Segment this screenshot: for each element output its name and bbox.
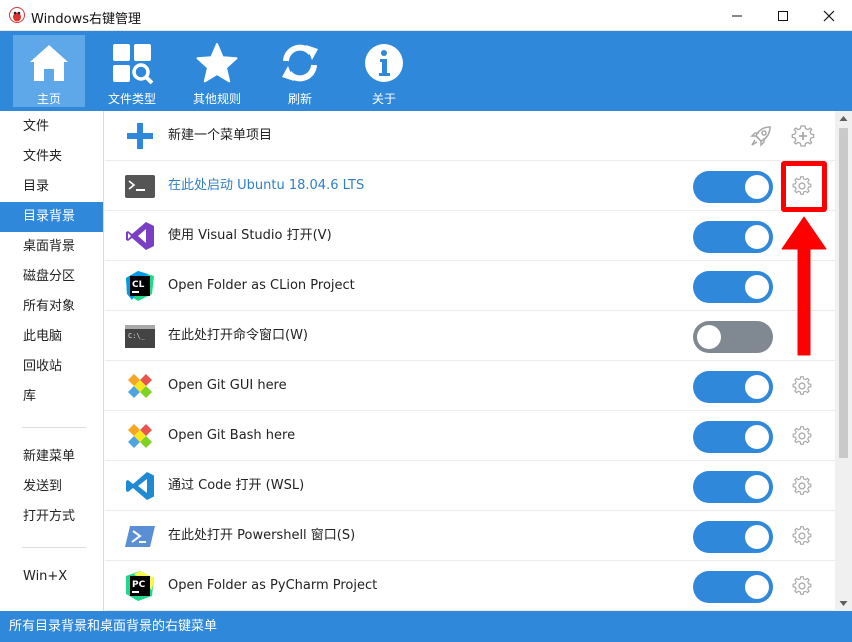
menu-item-label: Open Git Bash here <box>168 428 296 443</box>
sidebar-item-recycle-bin[interactable]: 回收站 <box>0 352 103 382</box>
menu-item-label: 在此处打开命令窗口(W) <box>168 328 308 343</box>
refresh-icon <box>282 44 318 82</box>
sidebar-item-win-x[interactable]: Win+X <box>0 562 103 592</box>
window-title: Windows右键管理 <box>31 12 142 27</box>
sidebar-item-new-menu[interactable]: 新建菜单 <box>0 442 103 472</box>
pycharm-icon: PC <box>126 571 154 601</box>
menu-item-row: CL Open Folder as CLion Project <box>105 261 835 311</box>
toolbar-refresh-button[interactable]: 刷新 <box>264 35 336 107</box>
sidebar-item-open-with[interactable]: 打开方式 <box>0 502 103 532</box>
maximize-button[interactable] <box>760 0 806 31</box>
vscode-icon <box>126 472 154 500</box>
git-icon <box>128 374 152 398</box>
enable-toggle[interactable] <box>693 421 773 453</box>
menu-item-row: 使用 Visual Studio 打开(V) <box>105 211 835 261</box>
toolbar-other-rules-button[interactable]: 其他规则 <box>181 35 253 107</box>
toolbar-home-label: 主页 <box>36 92 61 106</box>
enable-toggle[interactable] <box>693 371 773 403</box>
toolbar-about-label: 关于 <box>371 92 396 106</box>
toolbar-file-types-label: 文件类型 <box>107 92 156 106</box>
sidebar-item-disk-partition[interactable]: 磁盘分区 <box>0 262 103 292</box>
menu-item-label: Open Folder as CLion Project <box>168 278 355 293</box>
terminal-icon <box>125 175 155 198</box>
toolbar-home-button[interactable]: 主页 <box>13 35 85 107</box>
sidebar-item-directory-background[interactable]: 目录背景 <box>0 202 103 232</box>
toolbar-refresh-label: 刷新 <box>287 92 312 106</box>
menu-item-row: Open Git Bash here <box>105 411 835 461</box>
menu-item-label: 使用 Visual Studio 打开(V) <box>168 228 332 243</box>
menu-item-label: Open Git GUI here <box>168 378 287 393</box>
enable-toggle[interactable] <box>693 471 773 503</box>
scroll-down-icon[interactable] <box>839 600 848 607</box>
file-types-icon <box>113 44 154 85</box>
gear-icon[interactable] <box>791 575 813 597</box>
enable-toggle[interactable] <box>693 171 773 203</box>
svg-text:PC: PC <box>132 580 146 590</box>
enable-toggle[interactable] <box>693 321 773 353</box>
gear-icon[interactable] <box>791 375 813 397</box>
sidebar-item-file[interactable]: 文件 <box>0 112 103 142</box>
menu-item-row: 在此处启动 Ubuntu 18.04.6 LTS <box>105 161 835 211</box>
add-gear-icon[interactable] <box>791 124 815 148</box>
sidebar-item-library[interactable]: 库 <box>0 382 103 412</box>
info-icon <box>365 44 403 82</box>
toolbar: 主页 文件类型 其他规则 刷新 关于 <box>0 31 852 111</box>
menu-item-row: 通过 Code 打开 (WSL) <box>105 461 835 511</box>
maximize-icon <box>778 10 788 21</box>
enable-toggle[interactable] <box>693 571 773 603</box>
sidebar-item-desktop-background[interactable]: 桌面背景 <box>0 232 103 262</box>
menu-item-label: 在此处启动 Ubuntu 18.04.6 LTS <box>168 178 365 193</box>
cmd-icon: C:\_ <box>125 325 155 348</box>
enable-toggle[interactable] <box>693 271 773 303</box>
close-button[interactable] <box>806 0 852 31</box>
app-icon <box>9 7 25 23</box>
new-item-label: 新建一个菜单项目 <box>168 128 273 143</box>
menu-item-list: 新建一个菜单项目 在此处启动 Ubuntu 18.04.6 LTS 使用 Vis… <box>105 111 835 611</box>
star-icon <box>196 43 238 83</box>
visual-studio-icon <box>126 222 154 250</box>
sidebar-divider <box>22 427 86 428</box>
menu-item-row: 在此处打开 Powershell 窗口(S) <box>105 511 835 561</box>
menu-item-label: Open Folder as PyCharm Project <box>168 578 378 593</box>
annotation-highlight-box <box>781 161 827 212</box>
minimize-icon <box>732 15 742 16</box>
close-icon <box>823 10 835 21</box>
menu-item-row: Open Git GUI here <box>105 361 835 411</box>
rocket-icon[interactable] <box>749 124 773 148</box>
git-icon <box>128 424 152 448</box>
toolbar-about-button[interactable]: 关于 <box>348 35 420 107</box>
sidebar-item-this-pc[interactable]: 此电脑 <box>0 322 103 352</box>
svg-text:C:\_: C:\_ <box>128 332 146 340</box>
sidebar-item-folder[interactable]: 文件夹 <box>0 142 103 172</box>
clion-icon: CL <box>126 271 154 301</box>
enable-toggle[interactable] <box>693 521 773 553</box>
scrollbar-thumb[interactable] <box>839 128 848 458</box>
gear-icon[interactable] <box>791 525 813 547</box>
menu-item-label: 通过 Code 打开 (WSL) <box>168 478 305 493</box>
sidebar-divider <box>22 547 86 548</box>
sidebar: 文件 文件夹 目录 目录背景 桌面背景 磁盘分区 所有对象 此电脑 回收站 库 … <box>0 111 104 611</box>
gear-icon[interactable] <box>791 475 813 497</box>
minimize-button[interactable] <box>714 0 760 31</box>
scroll-up-icon[interactable] <box>839 115 848 122</box>
home-icon <box>30 45 68 81</box>
svg-text:CL: CL <box>132 280 145 290</box>
powershell-icon <box>125 526 155 547</box>
enable-toggle[interactable] <box>693 221 773 253</box>
annotation-up-arrow-icon <box>781 216 827 356</box>
menu-item-row: C:\_ 在此处打开命令窗口(W) <box>105 311 835 361</box>
plus-icon <box>127 123 153 149</box>
sidebar-item-send-to[interactable]: 发送到 <box>0 472 103 502</box>
toolbar-other-rules-label: 其他规则 <box>192 92 241 106</box>
gear-icon[interactable] <box>791 425 813 447</box>
status-bar: 所有目录背景和桌面背景的右键菜单 <box>0 611 852 642</box>
sidebar-item-all-objects[interactable]: 所有对象 <box>0 292 103 322</box>
new-item-row[interactable]: 新建一个菜单项目 <box>105 111 835 161</box>
sidebar-item-directory[interactable]: 目录 <box>0 172 103 202</box>
menu-item-row: PC Open Folder as PyCharm Project <box>105 561 835 611</box>
title-bar: Windows右键管理 <box>0 0 852 31</box>
menu-item-label: 在此处打开 Powershell 窗口(S) <box>168 528 356 543</box>
toolbar-file-types-button[interactable]: 文件类型 <box>96 35 168 107</box>
vertical-scrollbar[interactable] <box>835 111 852 611</box>
